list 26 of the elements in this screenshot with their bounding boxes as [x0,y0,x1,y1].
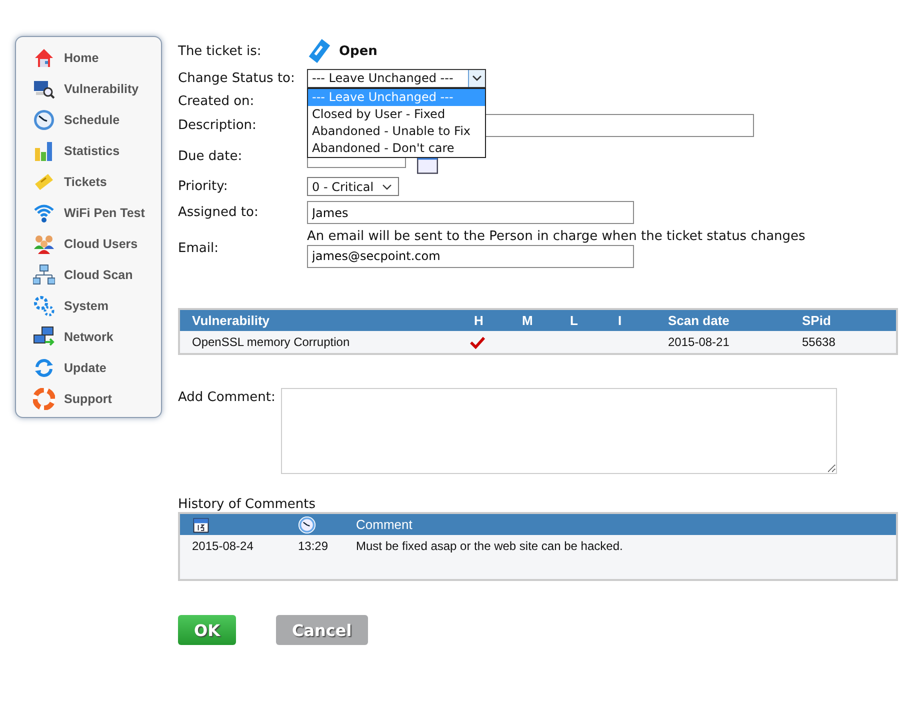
column-header: I [617,313,623,328]
column-header: SPid [802,313,831,328]
column-header: Comment [356,517,412,532]
table-cell-text: 2015-08-24 [191,539,254,553]
table-cell-text: 2015-08-21 [667,335,730,349]
table-cell: 55638 [802,335,836,349]
field-label: Add Comment: [178,390,276,405]
field-label: Change Status to: [178,70,296,86]
field-label: Created on: [178,94,256,108]
column-header: H [473,313,484,328]
email-note: An email will be sent to the Person in charge when the ticket status changes [307,228,806,244]
field-label: The ticket is: [178,44,262,58]
field-label: Email: [178,240,220,256]
section-title: History of Comments [178,497,317,512]
field-label: Description: [178,118,258,132]
field-label: Priority: [178,179,229,194]
column-header: Vulnerability [191,313,271,328]
column-header: M [521,313,534,328]
ticket-status: Open [339,44,378,58]
field-label: Due date: [178,148,244,164]
table-cell: Must be fixed asap or the web site can be hacked. [356,539,623,553]
table-cell-text: 13:29 [297,539,330,553]
table-cell-text: OpenSSL memory Corruption [191,335,351,349]
column-header: L [569,313,579,328]
field-label: Assigned to: [178,205,260,220]
column-header: Scan date [667,313,730,328]
